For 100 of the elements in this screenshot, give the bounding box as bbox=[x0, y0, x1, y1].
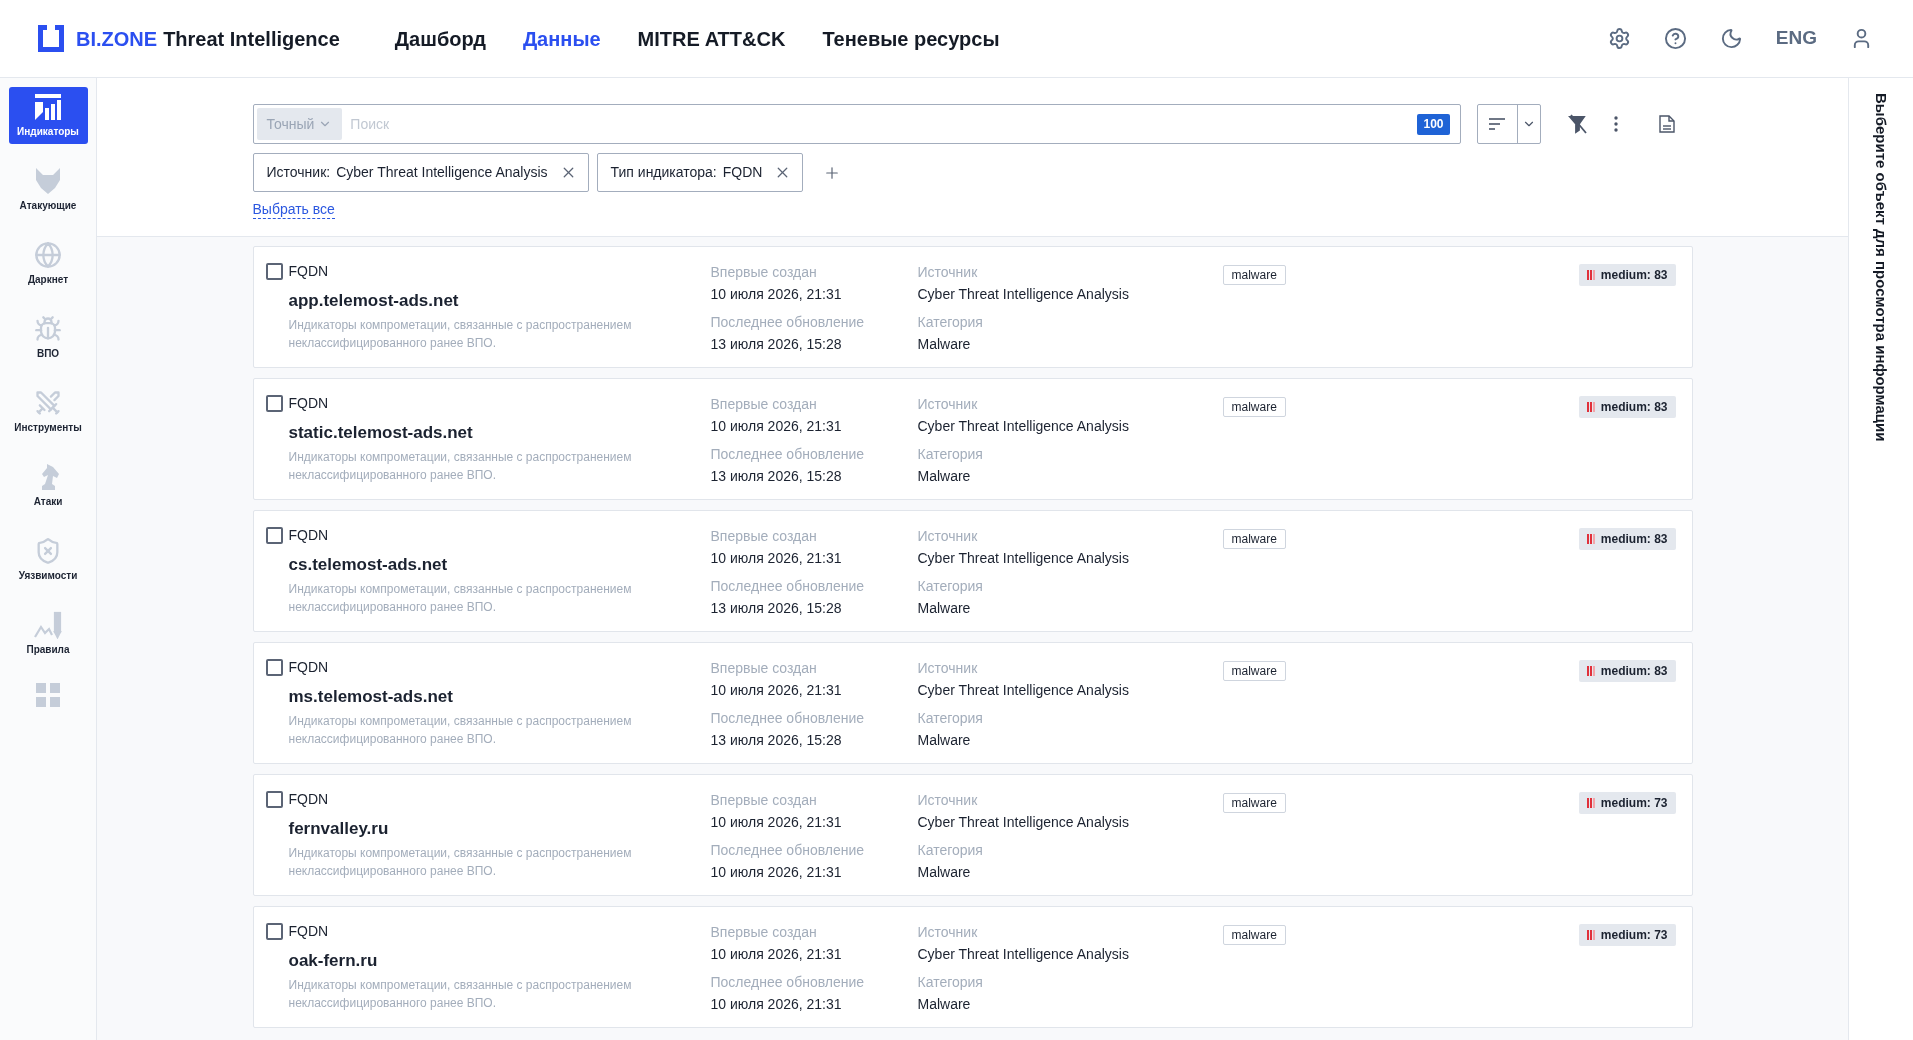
field-label: Источник bbox=[917, 923, 979, 941]
search-field[interactable]: Точный Поиск 100 bbox=[252, 104, 1461, 144]
tag[interactable]: malware bbox=[1222, 661, 1286, 681]
filter-chip[interactable]: Источник: Cyber Threat Intelligence Analysis bbox=[252, 153, 589, 192]
field-value: 13 июля 2026, 15:28 bbox=[710, 467, 843, 485]
brand-name: BI.ZONE bbox=[76, 26, 158, 52]
field-label: Источник bbox=[917, 791, 979, 809]
severity-bars-icon bbox=[1586, 402, 1595, 412]
details-hint: Выберите объект для просмотра информации bbox=[1872, 93, 1892, 442]
sidebar-item[interactable]: Правила bbox=[8, 605, 88, 662]
checkbox[interactable] bbox=[265, 790, 283, 808]
field-value: 10 июля 2026, 21:31 bbox=[710, 549, 843, 567]
field-label: Последнее обновление bbox=[710, 973, 866, 991]
nav-link[interactable]: Данные bbox=[522, 23, 601, 54]
tag[interactable]: malware bbox=[1222, 793, 1286, 813]
help-icon[interactable] bbox=[1663, 27, 1687, 50]
sidebar-item[interactable]: Атакующие bbox=[8, 161, 88, 218]
nav-link[interactable]: Теневые ресурсы bbox=[822, 23, 1000, 54]
search-input[interactable]: Поиск bbox=[350, 113, 1418, 135]
indicator-value[interactable]: oak-fern.ru bbox=[288, 950, 711, 972]
field-value: Malware bbox=[917, 335, 972, 353]
indicator-type: FQDN bbox=[288, 261, 329, 281]
indicator-type: FQDN bbox=[288, 393, 329, 413]
tag[interactable]: malware bbox=[1222, 925, 1286, 945]
severity-score: medium: 83 bbox=[1600, 267, 1668, 284]
indicator-value[interactable]: fernvalley.ru bbox=[288, 818, 711, 840]
sidebar-item[interactable]: Уязвимости bbox=[8, 531, 88, 588]
field-label: Впервые создан bbox=[710, 659, 818, 677]
filter-off-icon[interactable] bbox=[1567, 114, 1588, 134]
field-label: Впервые создан bbox=[710, 923, 818, 941]
sidebar-item[interactable]: Даркнет bbox=[8, 235, 88, 292]
field-label: Источник bbox=[917, 263, 979, 281]
document-icon[interactable] bbox=[1658, 115, 1675, 133]
bug-icon bbox=[34, 315, 62, 343]
globe-icon bbox=[34, 241, 62, 269]
field-label: Последнее обновление bbox=[710, 709, 866, 727]
bars-icon bbox=[34, 93, 62, 121]
language-button[interactable]: ENG bbox=[1775, 24, 1817, 53]
field-label: Категория bbox=[917, 709, 984, 727]
nav-link[interactable]: MITRE ATT&CK bbox=[637, 23, 786, 54]
filter-label: Источник: bbox=[266, 163, 331, 182]
logo-icon bbox=[38, 25, 64, 52]
severity-bars-icon bbox=[1586, 798, 1595, 808]
nav-link[interactable]: Дашборд bbox=[394, 23, 486, 54]
severity-bars-icon bbox=[1586, 666, 1595, 676]
indicator-description: Индикаторы компрометации, связанные с распространением неклассифицированного ранее ВПО. bbox=[288, 581, 633, 616]
indicator-value[interactable]: static.telemost-ads.net bbox=[288, 422, 711, 444]
settings-icon[interactable] bbox=[1607, 27, 1631, 50]
field-value: Cyber Threat Intelligence Analysis bbox=[917, 285, 1130, 303]
tag[interactable]: malware bbox=[1222, 529, 1286, 549]
checkbox[interactable] bbox=[265, 922, 283, 940]
severity-bars-icon bbox=[1586, 930, 1595, 940]
indicator-type: FQDN bbox=[288, 789, 329, 809]
field-label: Источник bbox=[917, 659, 979, 677]
indicator-description: Индикаторы компрометации, связанные с распространением неклассифицированного ранее ВПО. bbox=[288, 977, 633, 1012]
sidebar-item[interactable]: Инструменты bbox=[8, 383, 88, 440]
checkbox[interactable] bbox=[265, 658, 283, 676]
more-vertical-icon[interactable] bbox=[1613, 116, 1618, 132]
indicator-type: FQDN bbox=[288, 525, 329, 545]
crossed-swords-icon bbox=[34, 389, 62, 417]
filter-chip[interactable]: Тип индикатора: FQDN bbox=[596, 153, 804, 192]
checkbox[interactable] bbox=[265, 394, 283, 412]
field-value: 10 июля 2026, 21:31 bbox=[710, 681, 843, 699]
tag[interactable]: malware bbox=[1222, 397, 1286, 417]
field-value: 13 июля 2026, 15:28 bbox=[710, 335, 843, 353]
filter-label: Тип индикатора: bbox=[610, 163, 717, 182]
field-value: Malware bbox=[917, 863, 972, 881]
field-value: 10 июля 2026, 21:31 bbox=[710, 285, 843, 303]
field-label: Впервые создан bbox=[710, 791, 818, 809]
moon-icon[interactable] bbox=[1719, 27, 1743, 50]
field-value: Cyber Threat Intelligence Analysis bbox=[917, 945, 1130, 963]
field-value: 10 июля 2026, 21:31 bbox=[710, 813, 843, 831]
severity-score: medium: 83 bbox=[1600, 663, 1668, 680]
sidebar-item[interactable]: ВПО bbox=[8, 309, 88, 366]
indicator-description: Индикаторы компрометации, связанные с распространением неклассифицированного ранее ВПО. bbox=[288, 845, 633, 880]
field-label: Категория bbox=[917, 313, 984, 331]
filter-value: FQDN bbox=[722, 163, 763, 182]
field-value: Malware bbox=[917, 995, 972, 1013]
field-value: 10 июля 2026, 21:31 bbox=[710, 945, 843, 963]
checkbox[interactable] bbox=[265, 526, 283, 544]
field-value: Cyber Threat Intelligence Analysis bbox=[917, 681, 1130, 699]
field-value: Malware bbox=[917, 731, 972, 749]
sidebar-item[interactable]: Индикаторы bbox=[8, 87, 88, 144]
field-value: Cyber Threat Intelligence Analysis bbox=[917, 813, 1130, 831]
severity-bars-icon bbox=[1586, 534, 1595, 544]
sidebar-item[interactable]: Атаки bbox=[8, 457, 88, 514]
field-label: Категория bbox=[917, 577, 984, 595]
field-value: Malware bbox=[917, 467, 972, 485]
select-all-link[interactable]: Выбрать все bbox=[252, 201, 335, 219]
field-label: Последнее обновление bbox=[710, 577, 866, 595]
field-value: Cyber Threat Intelligence Analysis bbox=[917, 417, 1130, 435]
indicator-value[interactable]: app.telemost-ads.net bbox=[288, 290, 711, 312]
sort-button-group[interactable] bbox=[1476, 104, 1541, 144]
field-value: Malware bbox=[917, 599, 972, 617]
indicator-value[interactable]: ms.telemost-ads.net bbox=[288, 686, 711, 708]
indicator-value[interactable]: cs.telemost-ads.net bbox=[288, 554, 711, 576]
indicator-description: Индикаторы компрометации, связанные с распространением неклассифицированного ранее ВПО. bbox=[288, 449, 633, 484]
tag[interactable]: malware bbox=[1222, 265, 1286, 285]
checkbox[interactable] bbox=[265, 262, 283, 280]
field-label: Категория bbox=[917, 841, 984, 859]
